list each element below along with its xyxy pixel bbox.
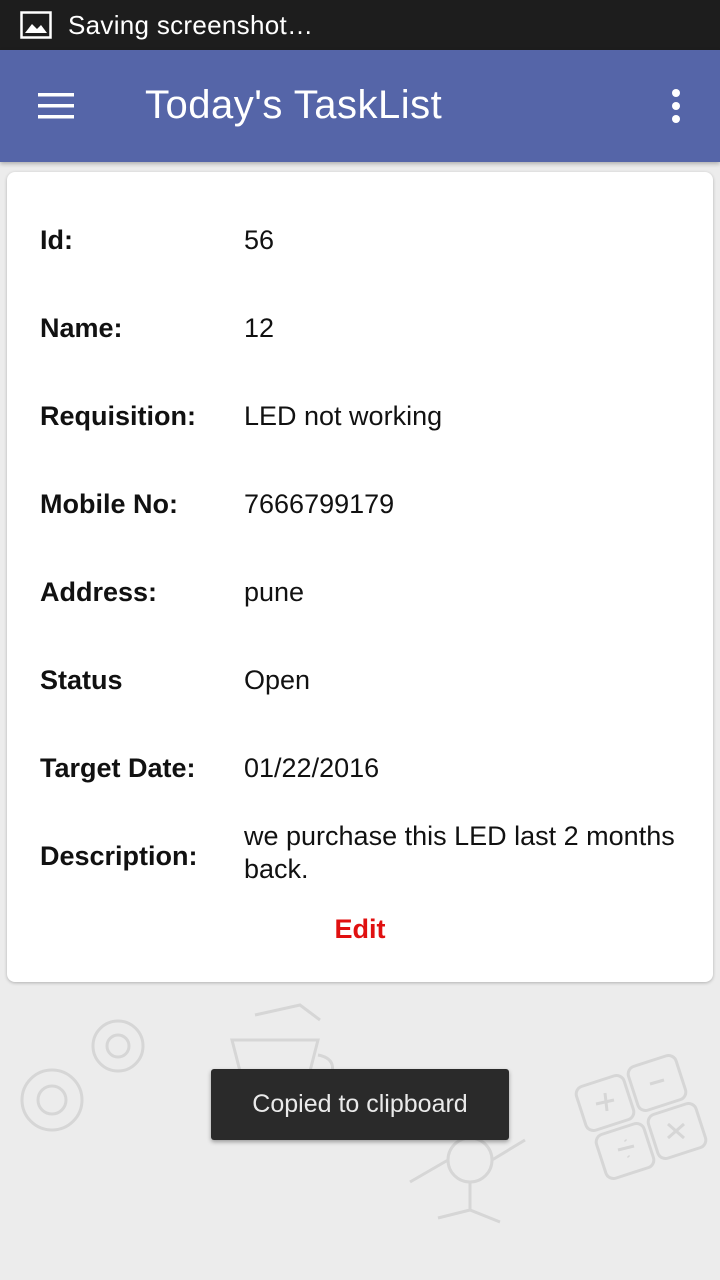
field-label: Target Date: [40,753,196,783]
field-label: Requisition: [40,401,196,431]
field-row-address: Address: pune [40,572,690,612]
toast-text: Copied to clipboard [252,1090,468,1118]
menu-button[interactable] [30,84,82,128]
field-value: Open [244,665,311,695]
field-label: Status [40,665,123,695]
field-label: Description: [40,841,198,871]
field-label: Mobile No: [40,489,178,519]
status-text: Saving screenshot… [68,9,314,40]
field-value: 7666799179 [244,489,395,519]
field-value: 01/22/2016 [244,753,380,783]
field-row-mobile: Mobile No: 7666799179 [40,484,690,524]
image-icon [20,11,52,39]
field-value: pune [244,577,305,607]
field-row-description: Description: we purchase this LED last 2… [40,821,690,884]
field-row-name: Name: 12 [40,308,690,348]
hamburger-menu-icon [38,93,74,119]
status-bar: Saving screenshot… [0,0,720,50]
field-row-id: Id: 56 [40,220,690,260]
field-row-target-date: Target Date: 01/22/2016 [40,748,690,788]
field-row-requisition: Requisition: LED not working [40,396,690,436]
field-label: Address: [40,577,158,607]
edit-button[interactable]: Edit [7,914,713,945]
field-label: Id: [40,225,73,255]
toast-message: Copied to clipboard [211,1069,509,1140]
field-row-status: Status Open [40,660,690,700]
overflow-menu-button[interactable] [656,84,696,128]
field-value: we purchase this LED last 2 months back. [244,821,675,884]
field-label: Name: [40,313,123,343]
field-value: LED not working [244,401,443,431]
task-detail-card: Id: 56 Name: 12 Requisition: LED not wor… [7,172,713,982]
field-value: 56 [244,225,275,255]
app-bar: Today's TaskList [0,50,720,162]
more-vert-icon [672,89,680,123]
field-value: 12 [244,313,275,343]
page-title: Today's TaskList [145,83,443,127]
